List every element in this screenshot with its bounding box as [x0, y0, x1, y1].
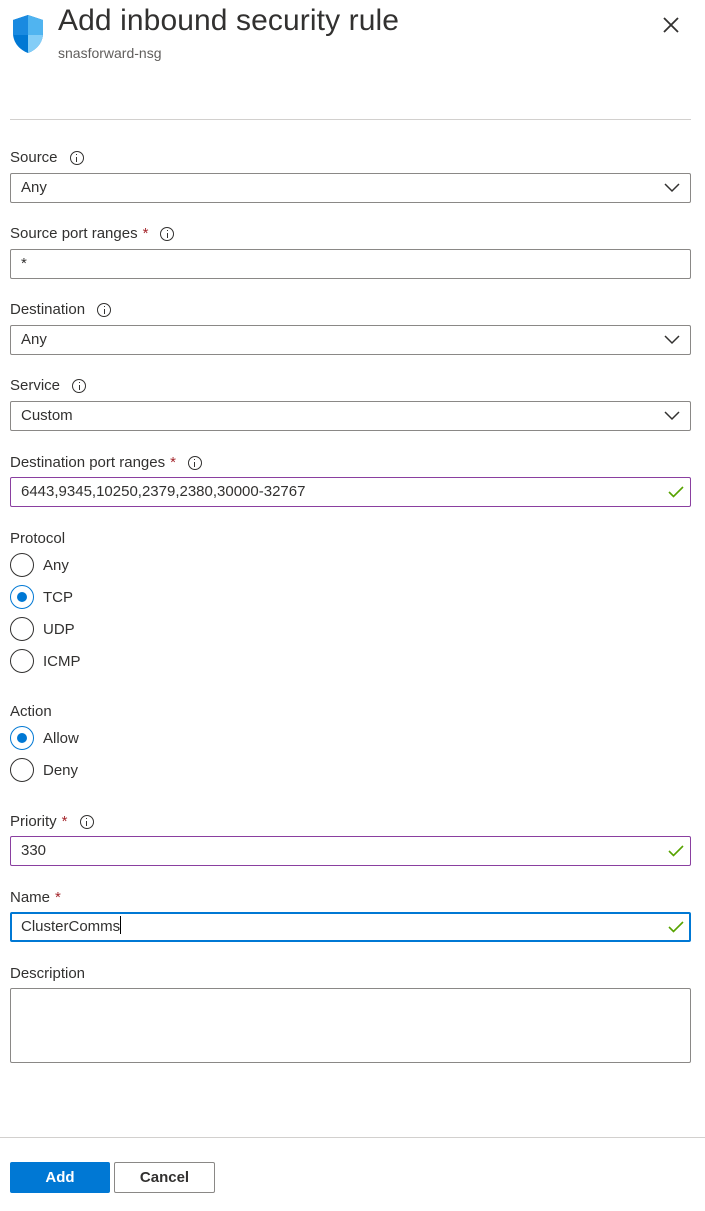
chevron-down-icon	[664, 183, 680, 193]
priority-label-row: Priority *	[10, 813, 94, 830]
service-value: Custom	[21, 407, 73, 424]
name-input[interactable]: ClusterComms	[10, 912, 691, 942]
radio-button-selected[interactable]	[10, 726, 34, 750]
radio-label: Deny	[43, 761, 79, 779]
destination-port-ranges-label-row: Destination port ranges *	[10, 454, 202, 471]
required-indicator: *	[142, 225, 149, 242]
source-value: Any	[21, 179, 47, 196]
name-value: ClusterComms	[21, 918, 121, 935]
source-port-ranges-label: Source port ranges	[10, 225, 138, 242]
action-option-deny[interactable]: Deny	[10, 758, 78, 782]
blade-header: Add inbound security rule snasforward-ns…	[0, 0, 705, 120]
chevron-down-icon	[664, 411, 680, 421]
destination-dropdown[interactable]: Any	[10, 325, 691, 355]
cancel-button[interactable]: Cancel	[114, 1162, 215, 1193]
priority-value: 330	[21, 842, 47, 859]
priority-label: Priority	[10, 813, 57, 830]
checkmark-icon	[668, 921, 684, 933]
destination-port-ranges-label: Destination port ranges	[10, 454, 166, 471]
radio-label: ICMP	[43, 652, 81, 670]
info-icon[interactable]	[69, 150, 84, 165]
chevron-down-icon	[664, 335, 680, 345]
shield-icon	[13, 15, 43, 53]
action-option-allow[interactable]: Allow	[10, 726, 79, 750]
info-icon[interactable]	[160, 226, 175, 241]
protocol-option-udp[interactable]: UDP	[10, 617, 75, 641]
add-button[interactable]: Add	[10, 1162, 110, 1193]
info-icon[interactable]	[187, 455, 202, 470]
page-title: Add inbound security rule	[58, 4, 400, 37]
required-indicator: *	[170, 454, 176, 471]
checkmark-icon	[668, 486, 684, 498]
text-cursor	[120, 916, 122, 934]
source-port-ranges-input[interactable]: *	[10, 249, 691, 279]
source-label: Source	[10, 149, 58, 166]
destination-value: Any	[21, 331, 47, 348]
radio-button-selected[interactable]	[10, 585, 34, 609]
header-divider	[10, 119, 691, 120]
radio-label: Allow	[43, 729, 79, 747]
info-icon[interactable]	[72, 378, 87, 393]
service-label: Service	[10, 377, 61, 394]
destination-label-row: Destination	[10, 301, 112, 318]
radio-label: Any	[43, 556, 69, 574]
required-indicator: *	[61, 813, 68, 830]
name-label: Name	[10, 889, 51, 906]
info-icon[interactable]	[97, 302, 112, 317]
close-icon[interactable]	[656, 10, 686, 40]
source-label-row: Source	[10, 149, 84, 166]
priority-input[interactable]: 330	[10, 836, 691, 866]
radio-button[interactable]	[10, 617, 34, 641]
radio-button[interactable]	[10, 553, 34, 577]
destination-port-ranges-input[interactable]: 6443,9345,10250,2379,2380,30000-32767	[10, 477, 691, 507]
radio-button[interactable]	[10, 649, 34, 673]
name-label-row: Name *	[10, 889, 61, 906]
protocol-option-any[interactable]: Any	[10, 553, 69, 577]
protocol-label: Protocol	[10, 530, 66, 547]
footer-divider	[0, 1137, 705, 1138]
radio-label: UDP	[43, 620, 75, 638]
description-label: Description	[10, 965, 86, 982]
source-port-ranges-value: *	[21, 255, 27, 272]
radio-button[interactable]	[10, 758, 34, 782]
action-label: Action	[10, 703, 52, 720]
source-dropdown[interactable]: Any	[10, 173, 691, 203]
destination-label: Destination	[10, 301, 86, 318]
info-icon[interactable]	[79, 814, 94, 829]
service-label-row: Service	[10, 377, 87, 394]
protocol-option-tcp[interactable]: TCP	[10, 585, 73, 609]
service-dropdown[interactable]: Custom	[10, 401, 691, 431]
checkmark-icon	[668, 845, 684, 857]
radio-label: TCP	[43, 588, 73, 606]
protocol-option-icmp[interactable]: ICMP	[10, 649, 81, 673]
source-port-ranges-label-row: Source port ranges *	[10, 225, 175, 242]
description-textarea[interactable]	[10, 988, 691, 1063]
required-indicator: *	[55, 889, 61, 906]
page-subtitle: snasforward-nsg	[58, 45, 162, 61]
destination-port-ranges-value: 6443,9345,10250,2379,2380,30000-32767	[21, 483, 306, 500]
